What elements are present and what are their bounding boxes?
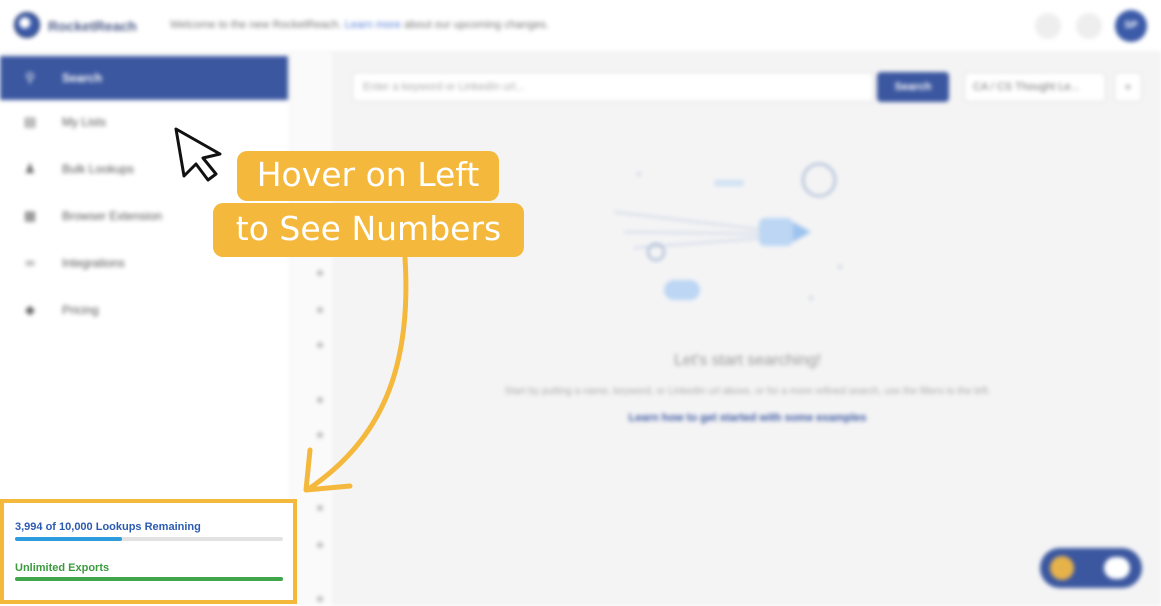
person-icon: ♟ — [24, 161, 36, 176]
link-icon: ∞ — [25, 255, 35, 270]
extension-icon: ▩ — [23, 208, 37, 223]
get-started-link[interactable]: Learn how to get started with some examp… — [334, 412, 1161, 424]
empty-state-subtitle: Start by putting a name, keyword, or Lin… — [504, 386, 991, 397]
filter-expand-icon[interactable] — [317, 542, 323, 548]
banner-link[interactable]: Learn more — [345, 19, 401, 31]
sidebar-item-label: Browser Extension — [62, 209, 163, 223]
sidebar-item-label: My Lists — [62, 115, 107, 129]
help-icon[interactable] — [1035, 13, 1061, 39]
notification-icon[interactable] — [1076, 13, 1102, 39]
announcement-banner: Welcome to the new RocketReach. Learn mo… — [170, 19, 549, 31]
tag-icon: ◆ — [25, 302, 35, 317]
exports-label: Unlimited Exports — [15, 562, 110, 574]
add-filter-button[interactable]: + — [1114, 72, 1142, 102]
sidebar-item-label: Pricing — [62, 303, 99, 317]
exports-progress-bar — [15, 577, 283, 581]
rocket-illustration — [613, 163, 842, 300]
lookups-progress-fill — [15, 537, 123, 541]
chat-bubble-icon — [1104, 557, 1130, 579]
avatar[interactable]: SP — [1115, 10, 1147, 42]
filter-expand-icon[interactable] — [317, 596, 323, 602]
lookups-remaining-label: 3,994 of 10,000 Lookups Remaining — [15, 521, 201, 533]
app-window: RocketReach Welcome to the new RocketRea… — [0, 0, 1161, 606]
callout-line-1: Hover on Left — [237, 151, 499, 201]
sidebar-item-search[interactable]: ⚲ Search — [0, 56, 288, 100]
agent-avatar-icon — [1050, 556, 1074, 580]
sidebar-item-pricing[interactable]: ◆ Pricing — [0, 288, 288, 332]
mouse-pointer-icon — [174, 127, 222, 182]
logo-icon[interactable] — [14, 12, 40, 38]
sidebar-item-label: Search — [62, 71, 103, 85]
chat-widget[interactable] — [1040, 548, 1142, 588]
sidebar-item-label: Bulk Lookups — [62, 162, 135, 176]
filter-expand-icon[interactable] — [317, 505, 323, 511]
usage-quota-panel: 3,994 of 10,000 Lookups Remaining Unlimi… — [0, 499, 297, 604]
top-bar: RocketReach Welcome to the new RocketRea… — [0, 0, 1161, 52]
lookups-progress-bar — [15, 537, 283, 541]
curved-arrow-icon — [303, 255, 409, 493]
main-content: Enter a keyword or LinkedIn url... Searc… — [334, 52, 1161, 606]
search-button[interactable]: Search — [877, 72, 949, 102]
sidebar-item-label: Integrations — [62, 256, 125, 270]
search-icon: ⚲ — [25, 70, 35, 85]
sidebar-item-my-lists[interactable]: ▤ My Lists — [0, 100, 288, 144]
filter-select[interactable]: CA / CS Thought Le... — [964, 72, 1106, 102]
exports-progress-fill — [15, 577, 283, 581]
empty-state-title: Let's start searching! — [673, 352, 822, 369]
callout-line-2: to See Numbers — [213, 203, 524, 257]
banner-text: Welcome to the new RocketReach. — [170, 19, 342, 31]
list-icon: ▤ — [23, 114, 37, 129]
brand-name[interactable]: RocketReach — [48, 18, 137, 34]
search-input[interactable]: Enter a keyword or LinkedIn url... — [352, 72, 874, 102]
banner-suffix: about our upcoming changes. — [404, 19, 549, 31]
